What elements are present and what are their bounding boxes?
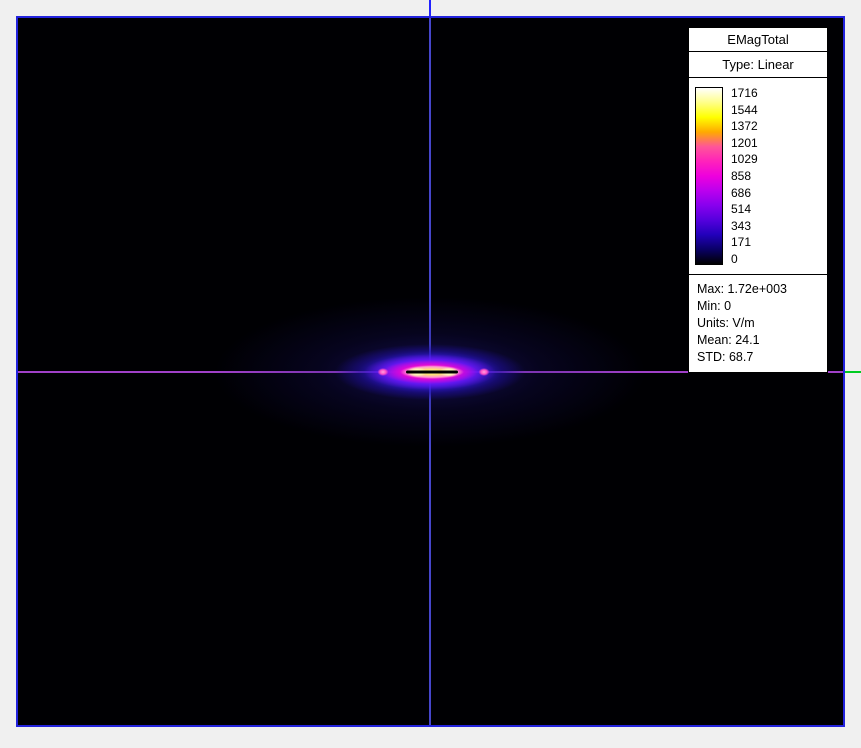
colorbar-tick: 1201 bbox=[731, 137, 758, 149]
legend-stat-std: STD: 68.7 bbox=[697, 349, 819, 366]
colorbar-tick: 1716 bbox=[731, 87, 758, 99]
colorbar-tick: 1029 bbox=[731, 153, 758, 165]
legend-stats-section: Max: 1.72e+003 Min: 0 Units: V/m Mean: 2… bbox=[688, 274, 828, 373]
colorbar bbox=[695, 87, 723, 265]
simulation-viewport: EMagTotal Type: Linear 1716 1544 1372 12… bbox=[0, 0, 861, 748]
legend-colorbar-section: 1716 1544 1372 1201 1029 858 686 514 343… bbox=[688, 77, 828, 275]
colorbar-tick: 1372 bbox=[731, 120, 758, 132]
legend-panel: EMagTotal Type: Linear 1716 1544 1372 12… bbox=[688, 27, 828, 373]
legend-scale-type: Type: Linear bbox=[688, 51, 828, 78]
legend-stat-units: Units: V/m bbox=[697, 315, 819, 332]
legend-stat-max: Max: 1.72e+003 bbox=[697, 281, 819, 298]
colorbar-tick: 171 bbox=[731, 236, 758, 248]
colorbar-ticks: 1716 1544 1372 1201 1029 858 686 514 343… bbox=[723, 87, 758, 265]
colorbar-tick: 514 bbox=[731, 203, 758, 215]
colorbar-tick: 343 bbox=[731, 220, 758, 232]
legend-title: EMagTotal bbox=[688, 27, 828, 52]
colorbar-tick: 686 bbox=[731, 187, 758, 199]
legend-stat-mean: Mean: 24.1 bbox=[697, 332, 819, 349]
colorbar-tick: 0 bbox=[731, 253, 758, 265]
legend-stat-min: Min: 0 bbox=[697, 298, 819, 315]
horizontal-axis-edge-tick bbox=[845, 371, 861, 373]
colorbar-tick: 858 bbox=[731, 170, 758, 182]
vertical-axis-stub bbox=[429, 0, 431, 16]
colorbar-tick: 1544 bbox=[731, 104, 758, 116]
